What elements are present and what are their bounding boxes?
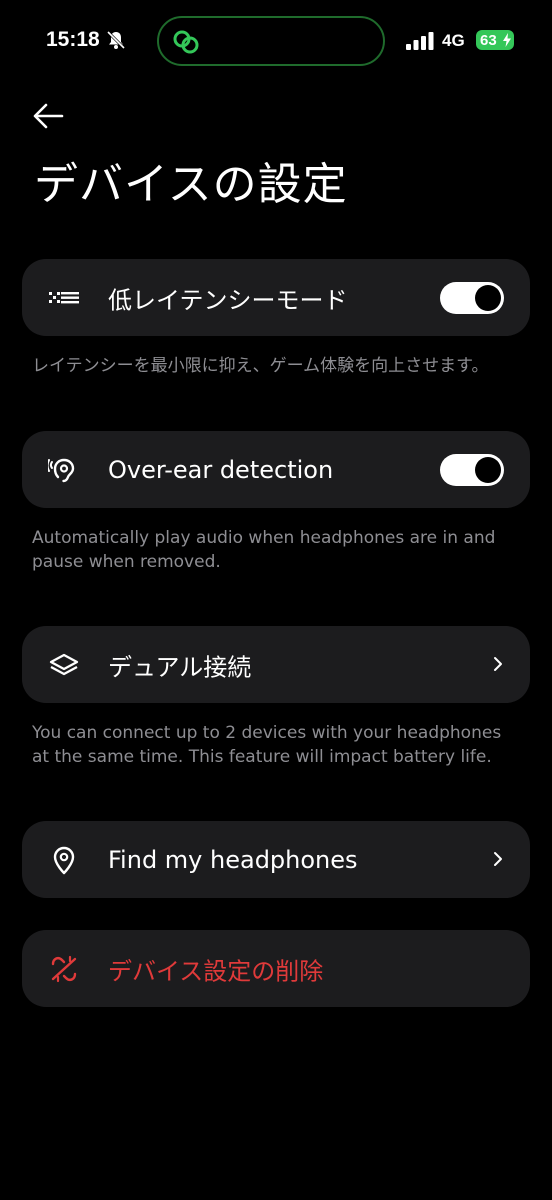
dynamic-island[interactable] [157, 16, 385, 66]
network-type: 4G [442, 31, 465, 50]
dual-connection-row[interactable]: デュアル接続 [22, 626, 530, 703]
low-latency-label: 低レイテンシーモード [108, 286, 348, 314]
low-latency-row[interactable]: 低レイテンシーモード [22, 259, 530, 336]
find-headphones-label: Find my headphones [108, 845, 358, 874]
ear-detection-icon [48, 458, 75, 483]
over-ear-detection-label: Over-ear detection [108, 455, 334, 484]
battery-level: 63 [480, 31, 497, 49]
find-headphones-row[interactable]: Find my headphones [22, 821, 530, 898]
chevron-right-icon [494, 657, 502, 671]
unlink-icon [51, 955, 77, 983]
app-link-icon [173, 30, 199, 54]
back-arrow-icon[interactable] [30, 98, 66, 134]
battery-indicator: 63 [476, 30, 514, 50]
dual-connection-description: You can connect up to 2 devices with you… [32, 723, 502, 767]
remove-device-row[interactable]: デバイス設定の削除 [22, 930, 530, 1007]
device-settings-screen: 15:18 4G 63 デバイスの設定 低レイテンシーモード レイテンシーを最小… [0, 0, 552, 1200]
bell-muted-icon [106, 30, 126, 50]
over-ear-detection-description: Automatically play audio when headphones… [32, 528, 496, 572]
over-ear-detection-toggle[interactable] [440, 454, 504, 486]
status-bar: 15:18 4G 63 [0, 0, 552, 84]
page-title: デバイスの設定 [34, 159, 348, 210]
toggle-knob [475, 457, 501, 483]
layers-icon [49, 653, 79, 676]
over-ear-detection-row[interactable]: Over-ear detection [22, 431, 530, 508]
chevron-right-icon [494, 852, 502, 866]
charging-bolt-icon [503, 33, 511, 47]
remove-device-label: デバイス設定の削除 [108, 957, 324, 985]
low-latency-toggle[interactable] [440, 282, 504, 314]
location-pin-icon [53, 846, 75, 875]
dual-connection-label: デュアル接続 [108, 653, 252, 681]
low-latency-description: レイテンシーを最小限に抑え、ゲーム体験を向上させます。 [32, 356, 489, 376]
latency-icon [49, 292, 79, 304]
toggle-knob [475, 285, 501, 311]
cellular-signal-icon [406, 32, 434, 50]
status-time: 15:18 [46, 28, 100, 51]
